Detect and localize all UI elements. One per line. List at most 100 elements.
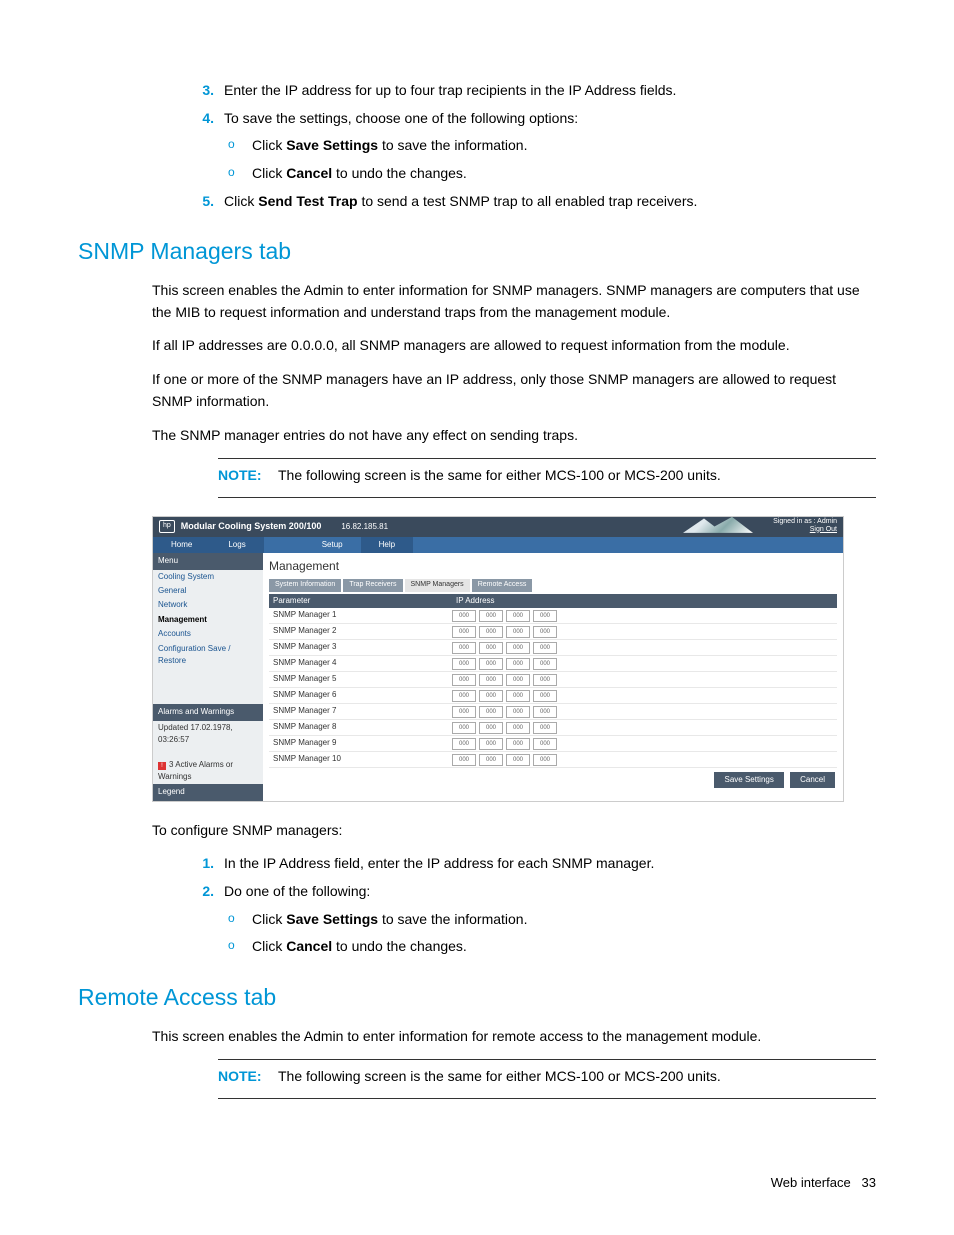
hp-logo-icon: hp xyxy=(159,520,175,533)
ip-octet-input[interactable]: 000 xyxy=(533,642,557,654)
ip-octet-input[interactable]: 000 xyxy=(533,690,557,702)
ip-octet-input[interactable]: 000 xyxy=(506,706,530,718)
ip-octet-input[interactable]: 000 xyxy=(506,658,530,670)
ip-octet-input[interactable]: 000 xyxy=(506,674,530,686)
ip-octet-input[interactable]: 000 xyxy=(479,610,503,622)
sidebar-item-cooling[interactable]: Cooling System xyxy=(153,570,263,584)
heading-snmp-managers: SNMP Managers tab xyxy=(78,234,876,270)
heading-remote-access: Remote Access tab xyxy=(78,980,876,1016)
substep-text: Click Save Settings to save the informat… xyxy=(252,135,876,157)
alarms-header: Alarms and Warnings xyxy=(153,704,263,720)
subtab-remote-access[interactable]: Remote Access xyxy=(472,579,533,592)
tab-setup[interactable]: Setup xyxy=(304,537,361,553)
substep-text: Click Save Settings to save the informat… xyxy=(252,909,876,931)
paragraph: If all IP addresses are 0.0.0.0, all SNM… xyxy=(152,335,876,357)
ip-octet-input[interactable]: 000 xyxy=(533,610,557,622)
row-label: SNMP Manager 1 xyxy=(269,609,452,621)
panel-title: Management xyxy=(269,557,837,576)
note-block: NOTE: The following screen is the same f… xyxy=(218,1066,876,1088)
table-row: SNMP Manager 6000000000000 xyxy=(269,688,837,704)
ip-octet-input[interactable]: 000 xyxy=(506,722,530,734)
sign-out-link[interactable]: Sign Out xyxy=(810,526,837,533)
bullet: o xyxy=(228,936,246,958)
table-row: SNMP Manager 7000000000000 xyxy=(269,704,837,720)
sidebar-item-management[interactable]: Management xyxy=(153,613,263,627)
ip-octet-input[interactable]: 000 xyxy=(452,626,476,638)
ip-octet-input[interactable]: 000 xyxy=(506,690,530,702)
ip-octet-input[interactable]: 000 xyxy=(533,754,557,766)
subtab-system-info[interactable]: System Information xyxy=(269,579,341,592)
ip-octet-input[interactable]: 000 xyxy=(452,706,476,718)
ip-octet-input[interactable]: 000 xyxy=(452,738,476,750)
ip-octet-input[interactable]: 000 xyxy=(452,722,476,734)
ip-octet-input[interactable]: 000 xyxy=(479,626,503,638)
ip-octet-input[interactable]: 000 xyxy=(452,658,476,670)
ip-octet-input[interactable]: 000 xyxy=(533,658,557,670)
ip-octet-input[interactable]: 000 xyxy=(533,626,557,638)
ip-cells: 000000000000 xyxy=(452,705,560,718)
ip-octet-input[interactable]: 000 xyxy=(533,722,557,734)
embedded-screenshot: hp Modular Cooling System 200/100 16.82.… xyxy=(152,516,844,802)
ip-octet-input[interactable]: 000 xyxy=(479,754,503,766)
step-text: Do one of the following: xyxy=(224,881,876,903)
ip-octet-input[interactable]: 000 xyxy=(506,738,530,750)
col-parameter: Parameter xyxy=(269,594,452,608)
step-number: 3. xyxy=(188,80,214,102)
ip-octet-input[interactable]: 000 xyxy=(479,738,503,750)
ip-octet-input[interactable]: 000 xyxy=(479,658,503,670)
row-label: SNMP Manager 6 xyxy=(269,689,452,701)
sidebar-item-accounts[interactable]: Accounts xyxy=(153,627,263,641)
ip-octet-input[interactable]: 000 xyxy=(479,722,503,734)
row-label: SNMP Manager 3 xyxy=(269,641,452,653)
ip-cells: 000000000000 xyxy=(452,737,560,750)
subtab-trap-receivers[interactable]: Trap Receivers xyxy=(343,579,402,592)
legend-header: Legend xyxy=(153,784,263,800)
primary-tabs: Home Logs Setup Help xyxy=(153,537,843,553)
cancel-button[interactable]: Cancel xyxy=(790,772,835,788)
tab-home[interactable]: Home xyxy=(153,537,210,553)
rule xyxy=(218,1098,876,1099)
tab-logs[interactable]: Logs xyxy=(210,537,263,553)
alert-icon: ! xyxy=(158,762,166,770)
tab-help[interactable]: Help xyxy=(361,537,413,553)
rule xyxy=(218,1059,876,1060)
ip-octet-input[interactable]: 000 xyxy=(533,674,557,686)
ip-octet-input[interactable]: 000 xyxy=(533,706,557,718)
ip-octet-input[interactable]: 000 xyxy=(506,754,530,766)
step-text: Enter the IP address for up to four trap… xyxy=(224,80,876,102)
footer-page-number: 33 xyxy=(862,1175,876,1190)
sidebar-item-config[interactable]: Configuration Save / Restore xyxy=(153,642,263,669)
mountain-graphic-icon xyxy=(683,517,753,533)
sidebar-item-general[interactable]: General xyxy=(153,584,263,598)
ip-octet-input[interactable]: 000 xyxy=(506,642,530,654)
table-row: SNMP Manager 8000000000000 xyxy=(269,720,837,736)
subtab-snmp-managers[interactable]: SNMP Managers xyxy=(405,579,470,592)
ip-octet-input[interactable]: 000 xyxy=(452,610,476,622)
alarms-count[interactable]: !3 Active Alarms or Warnings xyxy=(153,758,263,785)
ip-octet-input[interactable]: 000 xyxy=(479,642,503,654)
save-settings-button[interactable]: Save Settings xyxy=(714,772,783,788)
ip-octet-input[interactable]: 000 xyxy=(533,738,557,750)
bullet: o xyxy=(228,163,246,185)
note-text: The following screen is the same for eit… xyxy=(278,465,721,487)
ip-cells: 000000000000 xyxy=(452,641,560,654)
step-text: Click Send Test Trap to send a test SNMP… xyxy=(224,191,876,213)
ip-octet-input[interactable]: 000 xyxy=(452,642,476,654)
signed-in-label: Signed in as : Admin xyxy=(773,518,837,525)
ip-octet-input[interactable]: 000 xyxy=(506,610,530,622)
sidebar-menu-header: Menu xyxy=(153,553,263,569)
ip-cells: 000000000000 xyxy=(452,609,560,622)
ip-octet-input[interactable]: 000 xyxy=(452,674,476,686)
ip-octet-input[interactable]: 000 xyxy=(479,674,503,686)
step-text: In the IP Address field, enter the IP ad… xyxy=(224,853,876,875)
table-row: SNMP Manager 9000000000000 xyxy=(269,736,837,752)
sidebar-item-network[interactable]: Network xyxy=(153,598,263,612)
app-ip: 16.82.185.81 xyxy=(341,521,388,533)
ip-octet-input[interactable]: 000 xyxy=(479,706,503,718)
ip-octet-input[interactable]: 000 xyxy=(506,626,530,638)
ip-octet-input[interactable]: 000 xyxy=(452,690,476,702)
paragraph: This screen enables the Admin to enter i… xyxy=(152,1026,876,1048)
ip-octet-input[interactable]: 000 xyxy=(479,690,503,702)
ip-octet-input[interactable]: 000 xyxy=(452,754,476,766)
table-row: SNMP Manager 5000000000000 xyxy=(269,672,837,688)
